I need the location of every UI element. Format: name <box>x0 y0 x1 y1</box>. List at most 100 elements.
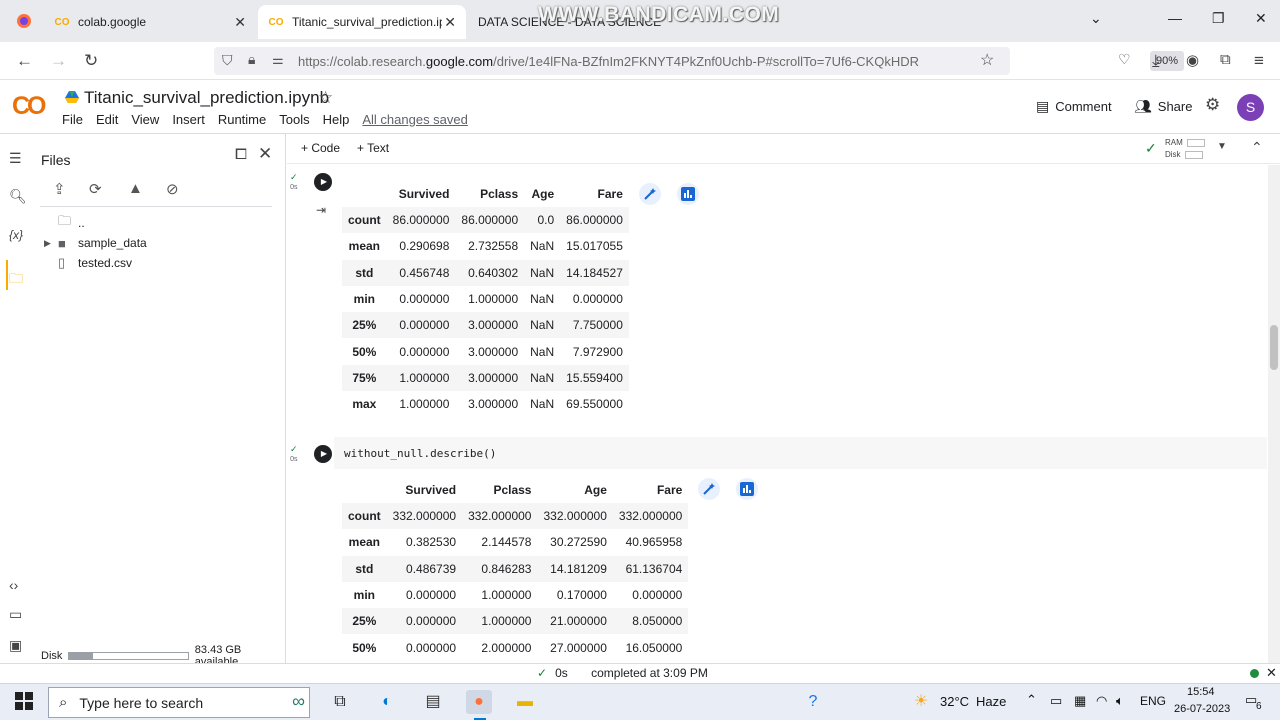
row-index-label: count <box>348 509 381 524</box>
table-cell: 14.184527 <box>566 265 623 280</box>
search-icon: ⌕ <box>59 694 68 711</box>
add-text-button[interactable]: + Text <box>357 141 389 155</box>
colab-logo[interactable]: CO <box>12 92 46 121</box>
menu-edit[interactable]: Edit <box>96 112 118 127</box>
run-cell-button[interactable]: ▶ <box>314 445 332 463</box>
pocket-icon[interactable]: ♡ <box>1118 51 1131 68</box>
firefox-taskbar-icon[interactable]: ● <box>466 690 492 714</box>
search-icon[interactable]: 🔍︎ <box>9 188 27 205</box>
table-cell: 8.050000 <box>632 614 683 629</box>
menu-tools[interactable]: Tools <box>279 112 309 127</box>
terminal-icon[interactable]: ▣ <box>9 637 22 654</box>
ram-disk-indicator[interactable]: RAM Disk <box>1165 137 1205 161</box>
window-close-icon[interactable]: ✕ <box>1255 10 1267 27</box>
network-icon[interactable]: ▦ <box>1074 693 1086 709</box>
comment-button[interactable]: ▤ Comment <box>1036 98 1112 115</box>
table-cell: 3.000000 <box>468 370 519 385</box>
weather-desc[interactable]: Haze <box>976 694 1006 709</box>
table-cell: 3.000000 <box>468 318 519 333</box>
output-action-icon[interactable]: ⇥ <box>316 203 326 217</box>
chart-icon[interactable] <box>677 183 699 205</box>
save-status-link[interactable]: All changes saved <box>362 112 468 127</box>
menu-insert[interactable]: Insert <box>172 112 205 127</box>
command-palette-icon[interactable]: ▭ <box>9 606 22 623</box>
star-icon[interactable]: ☆ <box>318 88 333 108</box>
add-code-button[interactable]: + Code <box>301 141 340 155</box>
magic-wand-icon[interactable] <box>639 183 661 205</box>
clock-date[interactable]: 26-07-2023 <box>1174 703 1230 715</box>
lock-icon[interactable]: 🔒︎ <box>248 51 255 68</box>
dataframe-table: Survived Pclass Age Fare count 86.000000 86.0… <box>342 181 629 417</box>
menu-help[interactable]: Help <box>323 112 350 127</box>
code-snippets-icon[interactable]: ‹› <box>9 577 18 593</box>
notebook-scrollbar[interactable] <box>1268 165 1280 663</box>
folder-up-icon: 🗀 <box>58 213 72 228</box>
url-bar[interactable]: ⛉ 🔒︎ ⚌ https://colab.research.google.com… <box>214 47 1184 75</box>
chevron-up-icon[interactable]: ⌃ <box>1026 692 1037 708</box>
avatar[interactable]: S <box>1237 94 1264 121</box>
upload-file-icon[interactable]: ⇪ <box>53 180 66 198</box>
menu-view[interactable]: View <box>131 112 159 127</box>
taskbar-search-input[interactable]: ⌕ Type here to search ∞ <box>48 687 310 718</box>
close-icon[interactable]: ✕ <box>258 144 272 164</box>
tree-item-parent[interactable]: 🗀 .. <box>44 213 85 232</box>
table-of-contents-icon[interactable]: ☰ <box>9 150 22 167</box>
tab-titanic-notebook[interactable]: CO Titanic_survival_prediction.ipyn ✕ <box>258 5 466 39</box>
gear-icon[interactable]: ⚙ <box>1205 95 1220 115</box>
url-text[interactable]: https://colab.research.google.com/drive/… <box>298 54 919 69</box>
chart-icon[interactable] <box>736 478 758 500</box>
caret-right-icon[interactable]: ▶ <box>44 238 58 249</box>
code-line[interactable]: without_null.describe() <box>344 447 496 460</box>
row-index-label: mean <box>348 535 381 550</box>
hide-files-icon[interactable]: ⊘ <box>166 180 179 198</box>
close-icon[interactable]: ✕ <box>444 14 456 31</box>
folder-icon[interactable]: 🗀 <box>9 268 23 292</box>
language-indicator[interactable]: ENG <box>1140 694 1166 708</box>
list-all-tabs-icon[interactable]: ⌄ <box>1090 10 1102 27</box>
variables-icon[interactable]: {x} <box>9 228 23 242</box>
reload-icon[interactable]: ↻ <box>84 51 98 71</box>
volume-icon[interactable]: 🔈︎ <box>1116 693 1124 709</box>
collapse-header-icon[interactable]: ⌃ <box>1251 139 1263 156</box>
close-icon[interactable]: ✕ <box>234 14 246 31</box>
minimize-icon[interactable]: — <box>1168 10 1182 26</box>
mount-drive-icon[interactable]: ▲ <box>128 180 143 197</box>
help-icon[interactable]: ? <box>800 690 826 714</box>
shield-icon[interactable]: ⛉ <box>222 52 233 69</box>
maximize-icon[interactable]: ❐ <box>1212 10 1225 27</box>
tree-item-sample-data[interactable]: ▶ ■ sample_data <box>44 234 147 252</box>
weather-temp[interactable]: 32°C <box>940 694 969 709</box>
account-icon[interactable]: ◉ <box>1186 51 1199 69</box>
bookmark-star-icon[interactable]: ☆ <box>980 50 994 70</box>
scroll-thumb[interactable] <box>1270 325 1278 370</box>
task-view-icon[interactable]: ⧉ <box>327 690 353 714</box>
edge-icon[interactable]: ◐ <box>374 690 400 714</box>
battery-icon[interactable]: ▭ <box>1050 693 1062 709</box>
magic-wand-icon[interactable] <box>698 478 720 500</box>
menu-runtime[interactable]: Runtime <box>218 112 266 127</box>
share-button[interactable]: 👥︎ Share <box>1134 98 1192 115</box>
forward-arrow-icon[interactable]: → <box>50 51 67 71</box>
windows-start-icon[interactable] <box>15 692 33 713</box>
back-arrow-icon[interactable]: ← <box>16 51 33 71</box>
menu-file[interactable]: File <box>62 112 83 127</box>
extensions-icon[interactable]: ⧉ <box>1220 51 1231 68</box>
refresh-folder-icon[interactable]: ⟳ <box>89 180 102 198</box>
hamburger-menu-icon[interactable]: ≡ <box>1254 51 1264 71</box>
table-cell: NaN <box>530 397 555 412</box>
runtime-dropdown-icon[interactable]: ▼ <box>1217 141 1227 152</box>
clock-time[interactable]: 15:54 <box>1187 686 1215 698</box>
firefox-menu-tab[interactable] <box>6 5 42 39</box>
run-cell-button[interactable]: ▶ <box>314 173 332 191</box>
execution-status[interactable]: ✓ 0s completed at 3:09 PM <box>537 666 708 680</box>
file-explorer-icon[interactable]: ▬ <box>512 690 538 714</box>
wifi-icon[interactable]: ◠ <box>1096 693 1107 709</box>
permissions-icon[interactable]: ⚌ <box>272 52 284 68</box>
store-icon[interactable]: ▤ <box>420 690 446 714</box>
close-icon[interactable]: ✕ <box>1266 665 1277 681</box>
download-icon[interactable]: ⤓ <box>1152 51 1160 71</box>
tab-colab-google[interactable]: CO colab.google ✕ <box>44 5 256 39</box>
tree-item-tested-csv[interactable]: ▯ tested.csv <box>44 254 132 272</box>
open-in-tab-icon[interactable]: ⧠ <box>235 146 247 163</box>
notebook-title[interactable]: Titanic_survival_prediction.ipynb <box>84 88 329 108</box>
